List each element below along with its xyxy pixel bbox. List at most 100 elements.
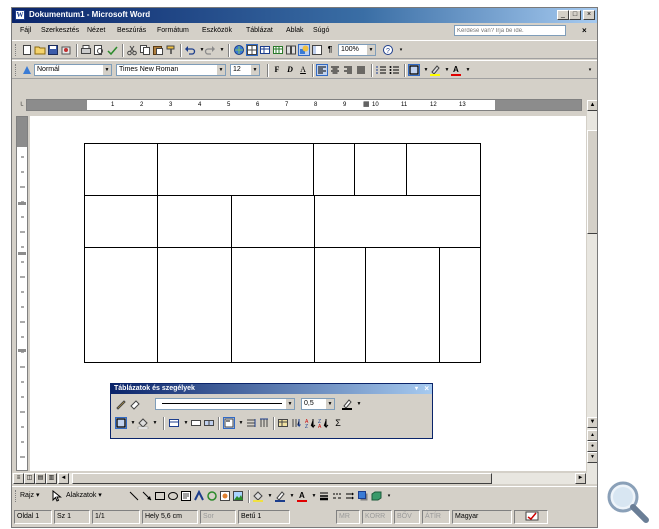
show-formatting-icon[interactable]: ¶ [324,44,336,56]
table-cell[interactable] [365,247,440,363]
menu-help[interactable]: Súgó [313,27,329,34]
horizontal-scroll-thumb[interactable] [72,473,492,484]
redo-icon[interactable] [204,44,216,56]
justify-icon[interactable] [355,64,367,76]
undo-icon[interactable] [184,44,196,56]
open-icon[interactable] [34,44,46,56]
web-layout-view-icon[interactable]: ◫ [24,473,35,484]
drawing-font-color-icon[interactable]: A [296,490,308,502]
table-cell[interactable] [406,143,481,196]
menu-view[interactable]: Nézet [87,27,105,34]
text-box-icon[interactable] [180,490,192,502]
word-app-icon[interactable]: W [15,10,25,20]
align-top-left-icon[interactable] [223,417,235,429]
line-color-icon[interactable] [274,490,286,502]
horizontal-ruler[interactable]: 1 2 3 4 5 6 7 8 9 10 11 12 13 14 ▦ [26,99,582,111]
drawing-icon[interactable] [298,44,310,56]
save-icon[interactable] [47,44,59,56]
menu-table[interactable]: Táblázat [246,27,273,34]
eraser-icon[interactable] [129,398,141,410]
help-question-input[interactable] [454,25,566,36]
spelling-status-icon[interactable] [514,510,548,524]
print-icon[interactable] [80,44,92,56]
print-preview-icon[interactable] [93,44,105,56]
vertical-ruler[interactable] [16,116,28,471]
document-map-icon[interactable] [311,44,323,56]
line-style-dropdown[interactable]: ▼ [155,398,295,410]
palette-options-icon[interactable]: ▾ [415,384,418,394]
scroll-up-icon[interactable]: ▲ [587,100,597,111]
table-cell[interactable] [231,195,315,248]
reading-layout-view-icon[interactable]: ▥ [46,473,57,484]
table-cell[interactable] [84,247,158,363]
line-weight-dropdown[interactable]: 0,5 ▼ [301,398,335,410]
table-cell[interactable] [314,195,481,248]
copy-icon[interactable] [139,44,151,56]
insert-picture-icon[interactable] [232,490,244,502]
status-ovr[interactable]: ÁTÍR [422,510,450,524]
distribute-columns-icon[interactable] [258,417,270,429]
draw-table-icon[interactable] [115,398,127,410]
toolbar-options-icon[interactable]: ▾ [584,64,596,76]
previous-page-icon[interactable]: ▲ [587,430,597,441]
insert-excel-icon[interactable] [272,44,284,56]
scroll-right-icon[interactable]: ► [575,473,586,484]
table-cell[interactable] [84,195,158,248]
diagram-icon[interactable] [206,490,218,502]
table-cell[interactable] [231,247,315,363]
draw-menu-button[interactable]: Rajz ▾ [20,491,39,499]
rectangle-tool-icon[interactable] [154,490,166,502]
vertical-scroll-thumb[interactable] [587,130,597,234]
shadow-style-icon[interactable] [357,490,369,502]
toolbar-options-icon[interactable]: ▾ [383,490,395,502]
distribute-rows-icon[interactable] [245,417,257,429]
help-icon[interactable]: ? [382,44,394,56]
format-painter-icon[interactable] [165,44,177,56]
next-page-icon[interactable]: ▼ [587,452,597,463]
arrow-tool-icon[interactable] [141,490,153,502]
bullets-icon[interactable] [388,64,400,76]
border-color-icon[interactable] [341,398,353,410]
autosum-button[interactable]: Σ [332,417,344,429]
change-text-direction-icon[interactable] [290,417,302,429]
line-tool-icon[interactable] [128,490,140,502]
spelling-icon[interactable] [106,44,118,56]
split-cells-icon[interactable] [203,417,215,429]
menu-tools[interactable]: Eszközök [202,27,232,34]
menu-insert[interactable]: Beszúrás [117,27,146,34]
oval-tool-icon[interactable] [167,490,179,502]
zoom-dropdown[interactable]: 100% ▼ [338,44,376,56]
borders-icon[interactable] [408,64,420,76]
chevron-down-icon[interactable]: ▼ [217,65,225,75]
insert-table-icon[interactable] [168,417,180,429]
table-cell[interactable] [157,143,314,196]
table-cell[interactable] [84,143,158,196]
autoformat-table-icon[interactable] [277,417,289,429]
paste-icon[interactable] [152,44,164,56]
scroll-down-icon[interactable]: ▼ [587,417,597,428]
tables-borders-icon[interactable] [246,44,258,56]
palette-close-icon[interactable]: × [424,384,429,394]
merge-cells-icon[interactable] [190,417,202,429]
redo-dropdown-icon[interactable]: ▼ [216,44,228,56]
align-right-icon[interactable] [342,64,354,76]
new-icon[interactable] [21,44,33,56]
document-table[interactable] [84,143,481,363]
outside-border-icon[interactable] [115,417,127,429]
status-language[interactable]: Magyar [452,510,512,524]
maximize-button[interactable]: □ [569,10,581,20]
toolbar-grip[interactable] [15,64,19,76]
table-cell[interactable] [313,143,355,196]
font-color-icon[interactable]: A [450,64,462,76]
3d-style-icon[interactable] [370,490,382,502]
permission-icon[interactable] [60,44,72,56]
minimize-button[interactable]: _ [557,10,569,20]
sort-ascending-icon[interactable]: AZ [305,417,317,430]
menu-edit[interactable]: Szerkesztés [41,27,79,34]
magnifier-icon[interactable] [602,478,652,526]
palette-title-bar[interactable]: Táblázatok és szegélyek ▾ × [111,384,432,394]
chevron-down-icon[interactable]: ▼ [251,65,259,75]
table-cell[interactable] [157,195,232,248]
tables-borders-palette[interactable]: Táblázatok és szegélyek ▾ × ▼ 0,5 ▼ ▼ ▼ ▼… [110,383,433,439]
italic-button[interactable]: D [284,64,296,76]
